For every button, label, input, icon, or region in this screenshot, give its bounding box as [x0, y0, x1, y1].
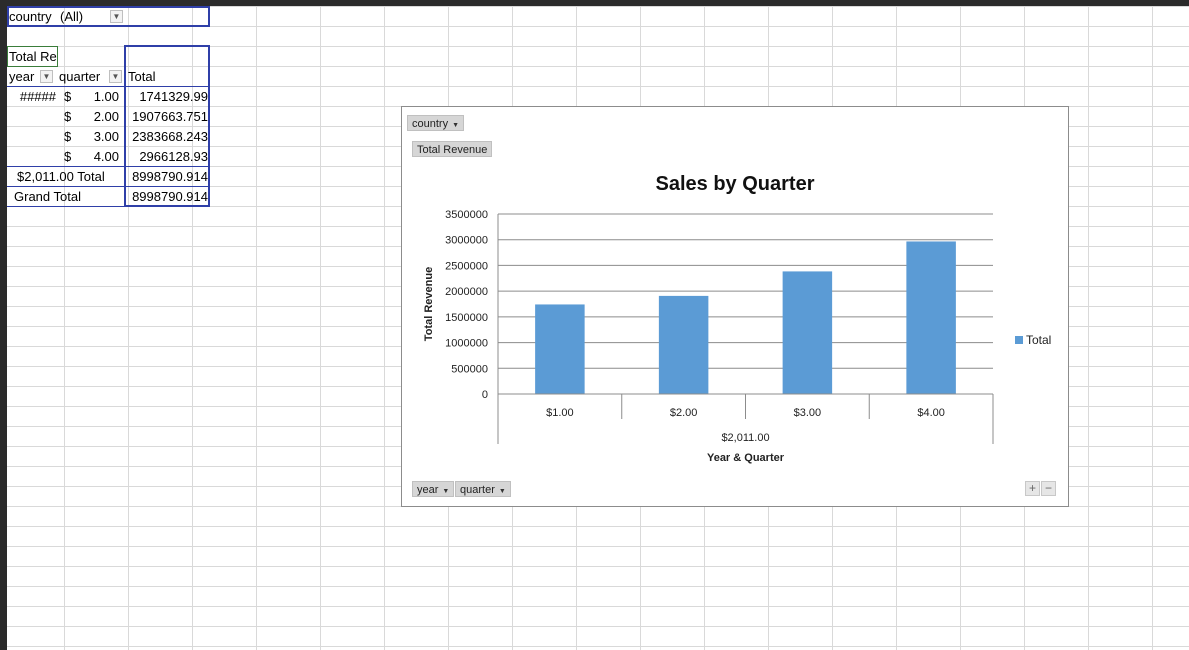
y-tick-label: 0 — [482, 389, 488, 401]
pivot-quarter-cell: 1.00 — [93, 89, 119, 104]
x-group-label: $2,011.00 — [721, 432, 769, 444]
chart-axis-year-label: year — [417, 484, 439, 496]
chart-axis-year-button[interactable]: year ▼ — [412, 481, 455, 497]
pivot-currency-cell: $ — [64, 109, 72, 124]
pivot-col-header: Total — [128, 69, 156, 84]
pivot-subtotal-label: $2,011.00 Total — [17, 169, 105, 184]
filter-dropdown-icon[interactable]: ▼ — [110, 10, 123, 23]
collapse-minus-icon[interactable]: − — [1041, 481, 1056, 496]
chart-axis-quarter-label: quarter — [460, 484, 495, 496]
y-tick-label: 3000000 — [445, 235, 488, 247]
pivot-value-header: Total Re — [9, 49, 57, 64]
y-tick-label: 1000000 — [445, 338, 488, 350]
chart-filter-label: country — [412, 118, 449, 130]
pivot-currency-cell: $ — [64, 149, 72, 164]
x-tick-label: $4.00 — [917, 407, 945, 419]
x-tick-label: $2.00 — [670, 407, 698, 419]
pivot-chart[interactable]: country ▼ Total Revenue Sales by Quarter … — [401, 106, 1069, 507]
pivot-currency-cell: $ — [64, 129, 72, 144]
pivot-total-cell: 2383668.243 — [132, 129, 208, 144]
chart-values-label: Total Revenue — [417, 144, 488, 156]
quarter-filter-dropdown-icon[interactable]: ▼ — [109, 70, 122, 83]
dropdown-arrow-icon: ▼ — [442, 488, 450, 495]
legend-swatch — [1015, 336, 1023, 344]
pivot-quarter-cell: 2.00 — [93, 109, 119, 124]
pivot-grand-total-label: Grand Total — [14, 189, 81, 204]
dropdown-arrow-icon: ▼ — [452, 122, 460, 129]
x-tick-label: $3.00 — [794, 407, 822, 419]
pivot-total-cell: 1907663.751 — [132, 109, 208, 124]
year-filter-dropdown-icon[interactable]: ▼ — [40, 70, 53, 83]
chart-legend: Total — [1015, 333, 1051, 347]
x-axis-title: Year & Quarter — [707, 452, 785, 464]
filter-value[interactable]: (All) — [60, 7, 110, 27]
chart-bar — [906, 241, 956, 394]
chart-axis-quarter-button[interactable]: quarter ▼ — [455, 481, 511, 497]
filter-field-label: country — [9, 9, 52, 24]
pivot-total-cell: 2966128.93 — [139, 149, 208, 164]
y-tick-label: 1500000 — [445, 312, 488, 324]
y-tick-label: 3500000 — [445, 209, 488, 221]
chart-filter-button[interactable]: country ▼ — [407, 115, 465, 131]
expand-plus-icon[interactable]: + — [1025, 481, 1040, 496]
chart-values-button[interactable]: Total Revenue — [412, 141, 493, 157]
y-tick-label: 500000 — [451, 363, 488, 375]
pivot-quarter-cell: 4.00 — [93, 149, 119, 164]
pivot-year-cell: ##### — [19, 89, 56, 104]
table-bottom-border — [7, 206, 210, 207]
y-axis-title: Total Revenue — [423, 267, 435, 341]
chart-title: Sales by Quarter — [655, 173, 815, 195]
legend-label: Total — [1026, 333, 1052, 347]
y-tick-label: 2000000 — [445, 286, 488, 298]
y-tick-label: 2500000 — [445, 260, 488, 272]
chart-bar — [782, 271, 833, 394]
chart-plot-area: 0 500000 1000000 1500000 2000000 2500000 30000… — [423, 209, 994, 464]
pivot-row-header-quarter: quarter — [59, 69, 101, 84]
x-tick-label: $1.00 — [546, 407, 574, 419]
dropdown-arrow-icon: ▼ — [498, 488, 506, 495]
row-header-bar[interactable] — [0, 0, 7, 650]
pivot-total-cell: 1741329.99 — [139, 89, 208, 104]
pivot-row-header-year: year — [9, 69, 35, 84]
chart-bar — [535, 304, 585, 394]
pivot-currency-cell: $ — [64, 89, 72, 104]
chart-bar — [658, 295, 709, 394]
pivot-grand-total-value: 8998790.914 — [132, 189, 208, 204]
pivot-subtotal-value: 8998790.914 — [132, 169, 208, 184]
pivot-quarter-cell: 3.00 — [93, 129, 119, 144]
